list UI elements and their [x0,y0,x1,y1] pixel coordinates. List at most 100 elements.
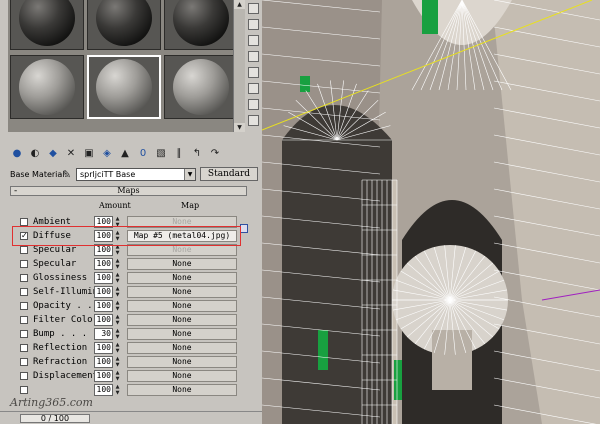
map-enable-checkbox[interactable] [20,218,28,226]
map-row: Opacity . . 100 ▲ ▼ None [14,300,246,313]
go-parent-icon[interactable]: ↰ [190,147,204,160]
map-slot-button[interactable]: None [127,384,237,396]
map-enable-checkbox[interactable] [20,260,28,268]
material-name-dropdown[interactable]: sprljciTT Base ▼ [76,168,196,181]
material-type-button[interactable]: Standard [200,167,258,181]
make-unique-icon[interactable]: ◈ [100,147,114,160]
make-preview-icon[interactable] [248,83,259,94]
go-sibling-icon[interactable]: ↷ [208,147,222,160]
map-enable-checkbox[interactable] [20,302,28,310]
amount-spinner-icon[interactable]: ▲ ▼ [114,370,121,382]
status-bar: 0 / 100 [0,411,262,424]
window-green [422,0,438,34]
select-by-material-icon[interactable] [248,115,259,126]
map-enable-checkbox[interactable] [20,316,28,324]
map-slot-button[interactable]: None [127,370,237,382]
amount-input[interactable]: 30 [94,328,113,340]
amount-input[interactable]: 100 [94,314,113,326]
material-editor-panel: ▲ ▼ ● ◐ ◆ ✕ ▣ ◈ ▲ 0 ▧ ∥ ↰ ↷ Base Materia… [0,0,262,424]
map-slot-button[interactable]: None [127,286,237,298]
amount-spinner-icon[interactable]: ▲ ▼ [114,328,121,340]
map-row: Glossiness 100 ▲ ▼ None [14,272,246,285]
map-channel-label: Refraction [33,357,88,367]
amount-spinner-icon[interactable]: ▲ ▼ [114,356,121,368]
map-enable-checkbox[interactable] [20,246,28,254]
map-enable-checkbox[interactable] [20,274,28,282]
map-slot-button[interactable]: None [127,356,237,368]
map-enable-checkbox[interactable] [20,330,28,338]
map-slot-button[interactable]: None [127,314,237,326]
eyedropper-icon[interactable]: ✎ [62,168,71,181]
video-check-icon[interactable] [248,67,259,78]
map-enable-checkbox[interactable] [20,358,28,366]
backlight-icon[interactable] [248,19,259,30]
map-row: Reflection 100 ▲ ▼ None [14,342,246,355]
show-end-result-icon[interactable]: ∥ [172,147,186,160]
amount-spinner-icon[interactable]: ▲ ▼ [114,314,121,326]
amount-spinner-icon[interactable]: ▲ ▼ [114,272,121,284]
amount-input[interactable]: 100 [94,342,113,354]
put-to-library-icon[interactable]: ▲ [118,147,132,160]
scroll-down-icon[interactable]: ▼ [234,123,245,132]
base-material-label: Base Material: [10,170,68,179]
uv-tiling-icon[interactable] [248,51,259,62]
amount-input[interactable]: 100 [94,300,113,312]
amount-spinner-icon[interactable]: ▲ ▼ [114,286,121,298]
map-slot-button[interactable]: None [127,342,237,354]
assign-material-icon[interactable]: ◆ [46,147,60,160]
maps-rollout-header[interactable]: - Maps [10,186,247,196]
show-map-icon[interactable]: ▧ [154,147,168,160]
sample-slot[interactable] [164,55,238,119]
reset-icon[interactable]: ✕ [64,147,78,160]
map-slot-button[interactable]: None [127,272,237,284]
sample-slot[interactable] [10,55,84,119]
amount-input[interactable]: 100 [94,286,113,298]
amount-input[interactable]: 100 [94,272,113,284]
viewport-3d[interactable] [262,0,600,424]
amount-spinner-icon[interactable]: ▲ ▼ [114,300,121,312]
highlight-box [12,226,241,246]
amount-spinner-icon[interactable]: ▲ ▼ [114,342,121,354]
put-material-icon[interactable]: ◐ [28,147,42,160]
sample-slot[interactable] [164,0,238,50]
window-green [318,330,328,370]
amount-input[interactable]: 100 [94,370,113,382]
map-row: Refraction 100 ▲ ▼ None [14,356,246,369]
copy-material-icon[interactable]: ▣ [82,147,96,160]
material-sphere [173,0,229,46]
scroll-up-icon[interactable]: ▲ [234,0,245,9]
map-channel-label: Opacity . . [33,301,93,311]
sample-slot[interactable] [87,0,161,50]
map-slot-button[interactable]: None [127,300,237,312]
map-enable-checkbox[interactable] [20,372,28,380]
material-effects-channel-icon[interactable]: 0 [136,147,150,160]
options-icon[interactable] [248,99,259,110]
material-sphere [173,59,229,115]
sample-slot-active[interactable] [87,55,161,119]
sample-slots [8,0,244,132]
amount-spinner-icon[interactable]: ▲ ▼ [114,384,121,396]
amount-spinner-icon[interactable]: ▲ ▼ [114,258,121,270]
chevron-down-icon[interactable]: ▼ [184,169,195,180]
watermark: Arting365.com [10,396,93,409]
map-row: Specular 100 ▲ ▼ None [14,258,246,271]
map-enable-checkbox[interactable] [20,288,28,296]
map-slot-button[interactable]: None [127,258,237,270]
map-enable-checkbox[interactable] [20,386,28,394]
get-material-icon[interactable]: ● [10,147,24,160]
lock-icon[interactable] [240,224,248,233]
map-enable-checkbox[interactable] [20,344,28,352]
sample-slots-scrollbar[interactable]: ▲ ▼ [233,0,245,132]
background-icon[interactable] [248,35,259,46]
map-row: Displacement 100 ▲ ▼ None [14,370,246,383]
sample-type-icon[interactable] [248,3,259,14]
map-slot-button[interactable]: None [127,328,237,340]
map-channel-label: Bump . . . [33,329,88,339]
amount-input[interactable]: 100 [94,356,113,368]
amount-input[interactable]: 100 [94,258,113,270]
map-channel-label: Glossiness [33,273,88,283]
map-channel-label: Self-Illumin [33,287,99,297]
sample-slot[interactable] [10,0,84,50]
amount-column-header: Amount [99,201,131,210]
amount-input[interactable]: 100 [94,384,113,396]
